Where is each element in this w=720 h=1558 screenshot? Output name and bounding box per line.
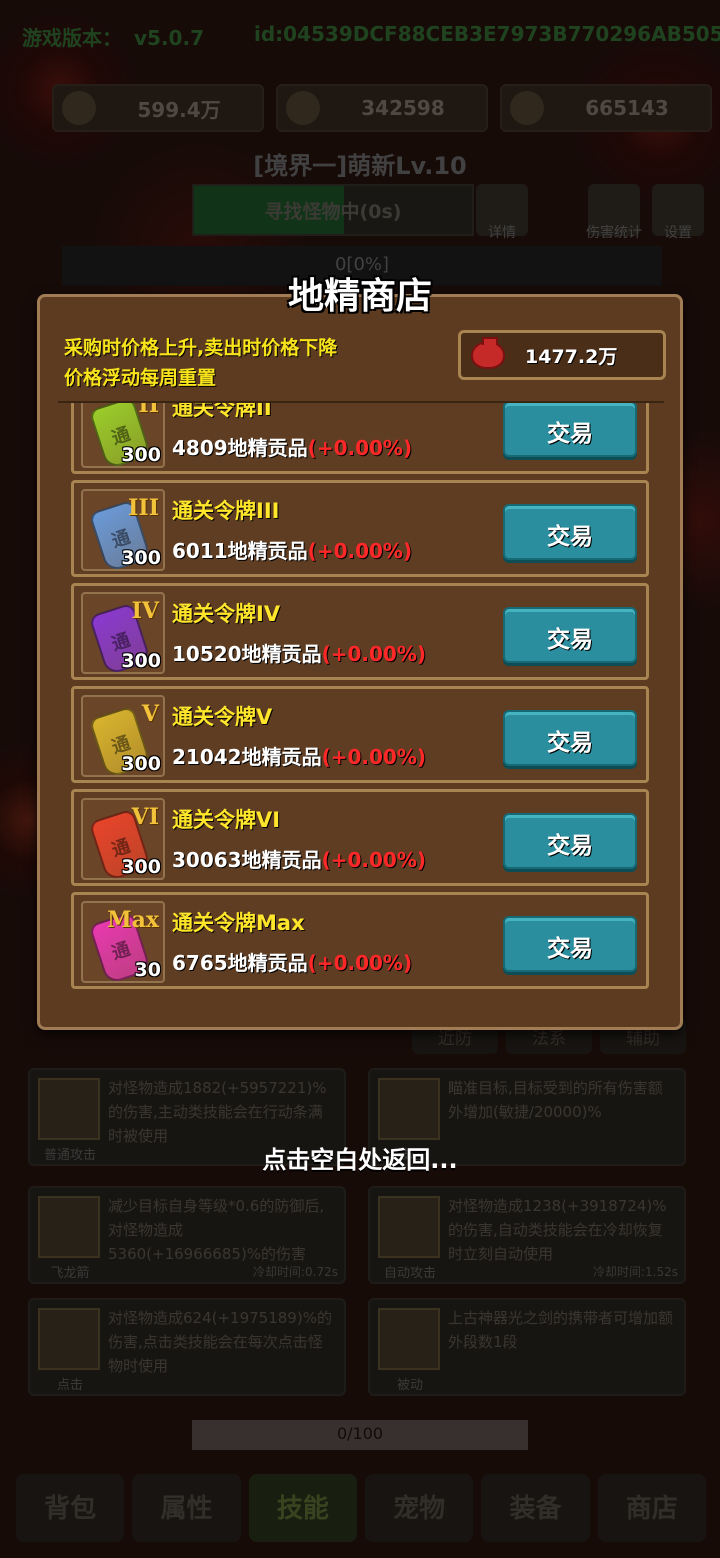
token-quantity: 30 <box>134 959 161 981</box>
shop-title: 地精商店 <box>287 276 432 317</box>
price-notice-line1: 采购时价格上升,卖出时价格下降 <box>64 337 338 359</box>
token-tier: V <box>141 701 159 727</box>
item-price: 6765地精贡品(+0.00%) <box>172 947 412 976</box>
price-value: 4809地精贡品 <box>172 436 308 460</box>
token-quantity: 300 <box>121 753 161 775</box>
token-icon: 通 V 300 <box>81 695 165 777</box>
price-change: (+0.00%) <box>321 848 427 872</box>
shop-item: 通 II 300 通关令牌II 4809地精贡品(+0.00%) 交易 <box>71 401 649 474</box>
tribute-amount: 1477.2万 <box>525 345 618 368</box>
shop-item: 通 V 300 通关令牌V 21042地精贡品(+0.00%) 交易 <box>71 686 649 783</box>
item-price: 21042地精贡品(+0.00%) <box>172 741 426 770</box>
token-tier: VI <box>131 804 159 830</box>
item-price: 30063地精贡品(+0.00%) <box>172 844 426 873</box>
price-value: 21042地精贡品 <box>172 745 322 769</box>
token-icon: 通 IV 300 <box>81 592 165 674</box>
item-name: 通关令牌IV <box>172 602 281 626</box>
tribute-balance: 1477.2万 <box>458 330 666 380</box>
token-tier: IV <box>131 598 159 624</box>
price-change: (+0.00%) <box>307 436 413 460</box>
token-icon: 通 III 300 <box>81 489 165 571</box>
token-quantity: 300 <box>121 856 161 878</box>
shop-item: 通 Max 30 通关令牌Max 6765地精贡品(+0.00%) 交易 <box>71 892 649 989</box>
price-notice: 采购时价格上升,卖出时价格下降 价格浮动每周重置 <box>64 333 337 393</box>
token-icon: 通 Max 30 <box>81 901 165 983</box>
token-tier: II <box>138 401 159 418</box>
trade-button[interactable]: 交易 <box>503 403 637 457</box>
token-icon: 通 VI 300 <box>81 798 165 880</box>
trade-button[interactable]: 交易 <box>503 916 637 972</box>
price-change: (+0.00%) <box>321 642 427 666</box>
shop-item: 通 VI 300 通关令牌VI 30063地精贡品(+0.00%) 交易 <box>71 789 649 886</box>
item-price: 10520地精贡品(+0.00%) <box>172 638 426 667</box>
item-name: 通关令牌II <box>172 401 272 420</box>
close-hint[interactable]: 点击空白处返回... <box>0 1140 720 1175</box>
item-name: 通关令牌VI <box>172 808 281 832</box>
price-change: (+0.00%) <box>321 745 427 769</box>
item-name: 通关令牌III <box>172 499 280 523</box>
shop-item: 通 III 300 通关令牌III 6011地精贡品(+0.00%) 交易 <box>71 480 649 577</box>
trade-button[interactable]: 交易 <box>503 607 637 663</box>
trade-button[interactable]: 交易 <box>503 813 637 869</box>
price-value: 10520地精贡品 <box>172 642 322 666</box>
trade-button[interactable]: 交易 <box>503 504 637 560</box>
goblin-shop-dialog: 地精商店 采购时价格上升,卖出时价格下降 价格浮动每周重置 1477.2万 通I… <box>37 276 683 1030</box>
token-tier: Max <box>107 907 159 933</box>
shop-item: 通 IV 300 通关令牌IV 10520地精贡品(+0.00%) 交易 <box>71 583 649 680</box>
money-bag-icon <box>471 337 505 369</box>
price-value: 6765地精贡品 <box>172 951 308 975</box>
token-icon: 通 II 300 <box>81 401 165 468</box>
price-value: 6011地精贡品 <box>172 539 308 563</box>
price-change: (+0.00%) <box>307 539 413 563</box>
item-price: 4809地精贡品(+0.00%) <box>172 432 412 461</box>
price-change: (+0.00%) <box>307 951 413 975</box>
token-tier: III <box>128 495 159 521</box>
item-name: 通关令牌Max <box>172 911 305 935</box>
trade-button[interactable]: 交易 <box>503 710 637 766</box>
token-quantity: 300 <box>121 444 161 466</box>
price-value: 30063地精贡品 <box>172 848 322 872</box>
token-quantity: 300 <box>121 547 161 569</box>
shop-item-list[interactable]: 通 II 300 通关令牌II 4809地精贡品(+0.00%) 交易 通 III 30… <box>58 401 664 1013</box>
token-quantity: 300 <box>121 650 161 672</box>
item-name: 通关令牌V <box>172 705 273 729</box>
price-notice-line2: 价格浮动每周重置 <box>64 367 217 389</box>
item-price: 6011地精贡品(+0.00%) <box>172 535 412 564</box>
